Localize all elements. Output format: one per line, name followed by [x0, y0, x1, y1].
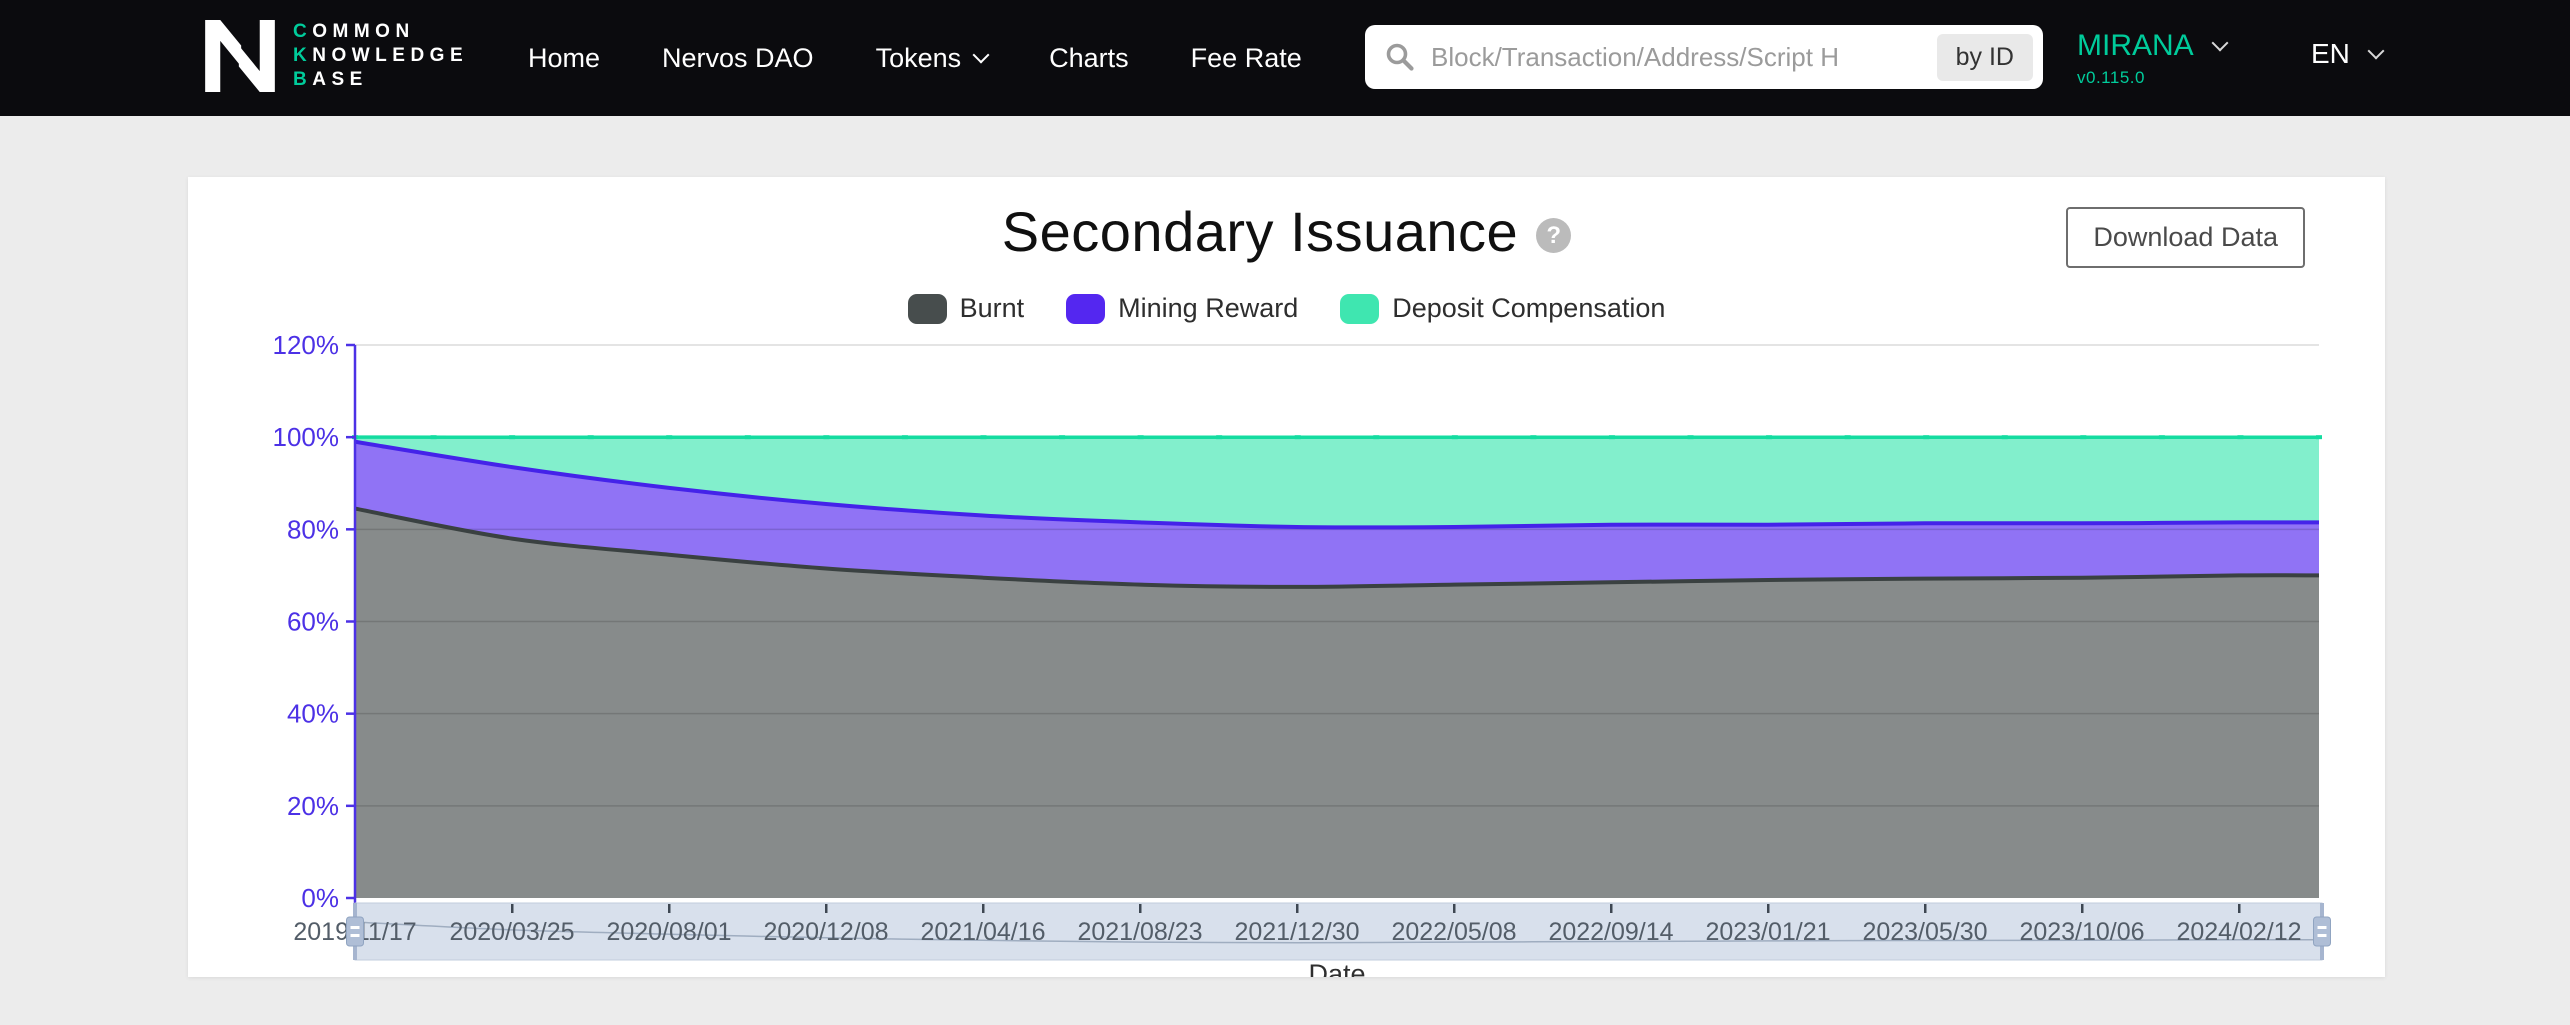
network-version: v0.115.0	[2077, 68, 2226, 88]
nav-item-charts[interactable]: Charts	[1049, 43, 1129, 74]
ckb-logo-text: COMMON KNOWLEDGE BASE	[293, 20, 468, 92]
chart-card: Secondary Issuance ? Download Data Burnt…	[188, 177, 2385, 977]
data-point-marker	[1373, 435, 1379, 439]
data-point-marker	[1845, 435, 1851, 439]
data-point-marker	[1295, 435, 1301, 439]
zoom-handle-left-grip-line	[351, 926, 360, 929]
x-axis-label: 2023/05/30	[1862, 918, 1987, 946]
top-nav: COMMON KNOWLEDGE BASE Home Nervos DAO To…	[0, 0, 2570, 116]
data-point-marker	[431, 435, 437, 439]
data-point-marker	[1923, 435, 1929, 439]
x-axis-tick	[1924, 904, 1927, 913]
data-point-marker	[1766, 435, 1772, 439]
data-point-marker	[745, 435, 751, 439]
language-selector[interactable]: EN	[2311, 38, 2382, 70]
x-axis-tick	[511, 904, 514, 913]
data-point-marker	[1688, 435, 1694, 439]
x-axis-label: 2020/08/01	[606, 918, 731, 946]
zoom-handle-right-grip-line	[2318, 934, 2327, 937]
nav-item-home[interactable]: Home	[528, 43, 600, 74]
x-axis-label: 2020/12/08	[763, 918, 888, 946]
data-point-marker	[902, 435, 908, 439]
data-point-marker	[1609, 435, 1615, 439]
x-axis-tick	[982, 904, 985, 913]
network-name: MIRANA	[2077, 29, 2194, 63]
data-point-marker	[509, 435, 515, 439]
search-by-id-button[interactable]: by ID	[1937, 34, 2033, 81]
nav-item-fee-rate[interactable]: Fee Rate	[1191, 43, 1302, 74]
x-axis-label: 2023/01/21	[1705, 918, 1830, 946]
data-point-marker	[823, 435, 829, 439]
main-menu: Home Nervos DAO Tokens Charts Fee Rate	[528, 0, 1302, 116]
data-point-marker	[1059, 435, 1065, 439]
x-axis-tick	[1767, 904, 1770, 913]
y-axis-label: 40%	[287, 699, 339, 729]
language-label: EN	[2311, 38, 2350, 70]
data-point-marker	[1530, 435, 1536, 439]
search-input[interactable]	[1429, 41, 1937, 74]
y-axis-label: 120%	[273, 330, 340, 360]
zoom-handle-right-grip-line	[2318, 926, 2327, 929]
data-point-marker	[1138, 435, 1144, 439]
x-axis-label: 2021/04/16	[920, 918, 1045, 946]
data-point-marker	[1452, 435, 1458, 439]
data-point-marker	[666, 435, 672, 439]
x-axis-label: 2022/05/08	[1391, 918, 1516, 946]
y-axis-label: 20%	[287, 791, 339, 821]
data-point-marker	[2080, 435, 2086, 439]
search-bar: by ID	[1365, 25, 2043, 89]
zoom-handle-left-grip-line	[351, 934, 360, 937]
ckb-logo-icon	[205, 20, 275, 92]
zoom-handle-right[interactable]	[2314, 917, 2331, 946]
x-axis-tick	[668, 904, 671, 913]
chevron-down-icon	[973, 46, 990, 63]
nav-item-nervos-dao[interactable]: Nervos DAO	[662, 43, 814, 74]
x-axis-tick	[2081, 904, 2084, 913]
x-axis-label: 2021/12/30	[1234, 918, 1359, 946]
y-axis-label: 0%	[301, 883, 339, 913]
search-icon	[1385, 42, 1415, 72]
x-axis-tick	[1296, 904, 1299, 913]
data-point-marker	[2316, 435, 2322, 439]
network-selector[interactable]: MIRANA v0.115.0	[2077, 29, 2226, 88]
x-axis-label: 2021/08/23	[1077, 918, 1202, 946]
chevron-down-icon	[2367, 42, 2384, 59]
x-axis-label: 2020/03/25	[449, 918, 574, 946]
y-axis-label: 60%	[287, 607, 339, 637]
x-axis-tick	[1453, 904, 1456, 913]
data-point-marker	[2002, 435, 2008, 439]
data-point-marker	[980, 435, 986, 439]
nav-item-tokens[interactable]: Tokens	[876, 43, 988, 74]
data-point-marker	[2159, 435, 2165, 439]
data-point-marker	[1216, 435, 1222, 439]
x-axis-tick	[2238, 904, 2241, 913]
ckb-logo[interactable]: COMMON KNOWLEDGE BASE	[205, 20, 468, 92]
chevron-down-icon	[2211, 34, 2228, 51]
data-point-marker	[2237, 435, 2243, 439]
x-axis-label: 2024/02/12	[2176, 918, 2301, 946]
data-point-marker	[588, 435, 594, 439]
x-axis-label: 2023/10/06	[2019, 918, 2144, 946]
y-axis-label: 80%	[287, 514, 339, 544]
zoom-handle-left[interactable]	[347, 917, 364, 946]
x-axis-label: 2022/09/14	[1548, 918, 1673, 946]
chart-area[interactable]: 0%20%40%60%80%100%120%2019/11/172020/03/…	[188, 177, 2385, 977]
x-axis-title: Date	[1308, 959, 1365, 977]
x-axis-tick	[1139, 904, 1142, 913]
y-axis-label: 100%	[273, 422, 340, 452]
x-axis-tick	[1610, 904, 1613, 913]
x-axis-tick	[825, 904, 828, 913]
